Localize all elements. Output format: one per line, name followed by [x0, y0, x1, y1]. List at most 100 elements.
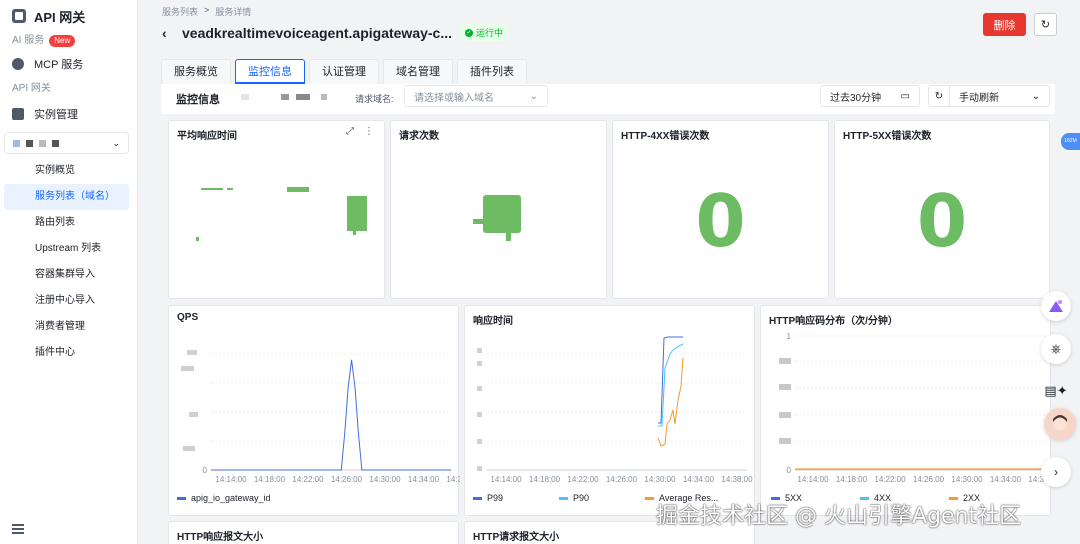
sidebar-subitem[interactable]: 路由列表 — [0, 210, 137, 236]
sidebar-item-instance[interactable]: 实例管理 — [0, 102, 137, 126]
legend-swatch — [473, 496, 482, 500]
tab-item[interactable]: 服务概览 — [161, 59, 231, 84]
calendar-icon: ▭ — [900, 90, 910, 102]
sidebar-subitem[interactable]: 消费者管理 — [0, 314, 137, 340]
chart-title: HTTP请求报文大小 — [473, 532, 560, 543]
stat-card-avg-latency: 平均响应时间 ⤢ ⋮ — [168, 120, 385, 299]
back-arrow-icon[interactable]: ‹ — [162, 25, 176, 41]
sidebar: API 网关 AI 服务 New MCP 服务 API 网关 实例管理 ⌄ 实例… — [0, 0, 138, 544]
sidebar-subitem[interactable]: 实例概览 — [0, 158, 137, 184]
y-tick-label: 0 — [203, 466, 208, 475]
sidebar-subitem[interactable]: 服务列表（域名） — [4, 184, 129, 210]
sidebar-subitem[interactable]: 注册中心导入 — [0, 288, 137, 314]
docs-ai-icon[interactable]: ▤✦ — [1041, 376, 1071, 406]
collapse-sidebar-icon[interactable] — [12, 524, 24, 534]
brand-title: API 网关 — [34, 9, 86, 25]
stat-card-5xx: HTTP-5XX错误次数 0 — [834, 120, 1050, 299]
x-tick-label: 14:22:00 — [567, 475, 599, 484]
tab-item[interactable]: 域名管理 — [383, 59, 453, 84]
section-api: API 网关 — [0, 78, 137, 100]
chevron-right-icon[interactable]: › — [1041, 457, 1071, 487]
chevron-down-icon: ⌄ — [1031, 90, 1040, 102]
x-tick-label: 14:14:00 — [215, 475, 247, 484]
section-api-label: API 网关 — [12, 83, 51, 94]
sidebar-item-mcp[interactable]: MCP 服务 — [0, 52, 137, 76]
time-range-value: 过去30分钟 — [830, 92, 882, 104]
legend-item[interactable]: P99 — [473, 493, 503, 503]
latency-chart: 14:14:00 14:18:00 14:22:00 14:26:00 14:30:00… — [477, 336, 753, 484]
memory-badge[interactable]: 182M — [1061, 133, 1080, 150]
delete-button[interactable]: 删除 — [983, 13, 1026, 36]
breadcrumb-separator: > — [204, 5, 210, 15]
x-tick-label: 14:30:00 — [644, 475, 676, 484]
title-row: ‹ veadkrealtimevoiceagent.apigateway-c..… — [162, 24, 509, 41]
redacted-y-label — [779, 412, 791, 418]
refresh-mode-select[interactable]: 手动刷新 ⌄ — [949, 85, 1050, 107]
tab-bar: 服务概览 监控信息 认证管理 域名管理 插件列表 — [161, 59, 527, 84]
refresh-icon: ↻ — [1040, 19, 1051, 31]
filter-bar: 监控信息 请求域名: 请选择或输入域名 ⌄ 过去30分钟 ▭ ↻ 手动刷新 ⌄ — [161, 84, 1055, 114]
chart-card-status-distribution: HTTP响应码分布（次/分钟） 1 0 14:14:00 14:18:00 14:22:… — [760, 305, 1052, 516]
x-tick-label: 14:14:00 — [490, 475, 522, 484]
manual-refresh-button[interactable]: ↻ — [928, 85, 950, 107]
legend-label: P90 — [573, 493, 590, 503]
sidebar-subitem[interactable]: 插件中心 — [0, 340, 137, 366]
ai-assistant-icon[interactable] — [1041, 291, 1071, 321]
x-tick-label: 14:34:00 — [683, 475, 715, 484]
refresh-mode-value: 手动刷新 — [959, 92, 999, 104]
stat-card-title: HTTP-5XX错误次数 — [843, 131, 932, 142]
redacted-text — [321, 94, 327, 100]
redacted-y-label — [779, 358, 791, 364]
sidebar-item-label: 实例管理 — [34, 109, 78, 121]
legend-item[interactable]: P90 — [559, 493, 589, 503]
new-badge: New — [49, 35, 76, 47]
support-icon[interactable]: ⎈ — [1041, 334, 1071, 364]
x-tick-label: 14:38:00 — [446, 475, 460, 484]
x-tick-label: 14:22:00 — [292, 475, 324, 484]
stat-card-value: 0 — [916, 179, 968, 263]
instance-select[interactable]: ⌄ — [4, 132, 129, 154]
legend-label: P99 — [487, 493, 504, 503]
x-tick-label: 14:34:00 — [408, 475, 440, 484]
filter-title: 监控信息 — [176, 94, 220, 106]
breadcrumb-current: 服务详情 — [215, 7, 252, 17]
x-tick-label: 14:34:00 — [990, 475, 1022, 484]
stat-card-title: HTTP-4XX错误次数 — [621, 131, 710, 142]
tab-item[interactable]: 插件列表 — [457, 59, 527, 84]
legend-item[interactable]: apig_io_gateway_id — [177, 493, 271, 503]
breadcrumb-parent[interactable]: 服务列表 — [162, 5, 198, 18]
redacted-value-graphic — [473, 195, 521, 241]
domain-label: 请求域名: — [355, 94, 394, 104]
series-line — [658, 336, 683, 424]
tab-item[interactable]: 监控信息 — [235, 59, 305, 84]
redacted-y-label — [181, 366, 194, 371]
redacted-y-label — [477, 439, 482, 444]
redacted-text — [241, 94, 249, 100]
chart-card-qps: QPS 0 14:14:00 14:18:00 14:22:00 14:26:00 14:… — [168, 305, 460, 516]
section-ai-label: AI 服务 — [12, 35, 45, 46]
x-tick-label: 14:30:00 — [369, 475, 401, 484]
status-badge: ✓ 运行中 — [460, 24, 509, 41]
x-tick-label: 14:26:00 — [606, 475, 638, 484]
legend-swatch — [645, 496, 655, 500]
chevron-down-icon: ⌄ — [112, 137, 120, 148]
avatar[interactable] — [1044, 408, 1076, 440]
status-text: 运行中 — [476, 28, 504, 38]
refresh-icon: ↻ — [934, 90, 944, 102]
redacted-value-graphic — [196, 187, 367, 241]
time-range-select[interactable]: 过去30分钟 ▭ — [820, 85, 920, 107]
domain-select[interactable]: 请选择或输入域名 ⌄ — [404, 85, 548, 107]
page-title: veadkrealtimevoiceagent.apigateway-c... — [182, 24, 453, 41]
watermark: 掘金技术社区 @ 火山引擎Agent社区 — [656, 504, 1022, 529]
x-tick-label: 14:18:00 — [836, 475, 868, 484]
x-tick-label: 14:30:00 — [951, 475, 983, 484]
sidebar-subitem[interactable]: Upstream 列表 — [0, 236, 137, 262]
y-tick-label: 0 — [787, 466, 792, 475]
chart-legend: apig_io_gateway_id — [177, 493, 271, 503]
y-tick-label: 1 — [787, 332, 792, 341]
series-line — [211, 359, 451, 471]
sidebar-subitem[interactable]: 容器集群导入 — [0, 262, 137, 288]
redacted-y-label — [779, 438, 791, 444]
tab-item[interactable]: 认证管理 — [309, 59, 379, 84]
refresh-button[interactable]: ↻ — [1034, 13, 1057, 36]
